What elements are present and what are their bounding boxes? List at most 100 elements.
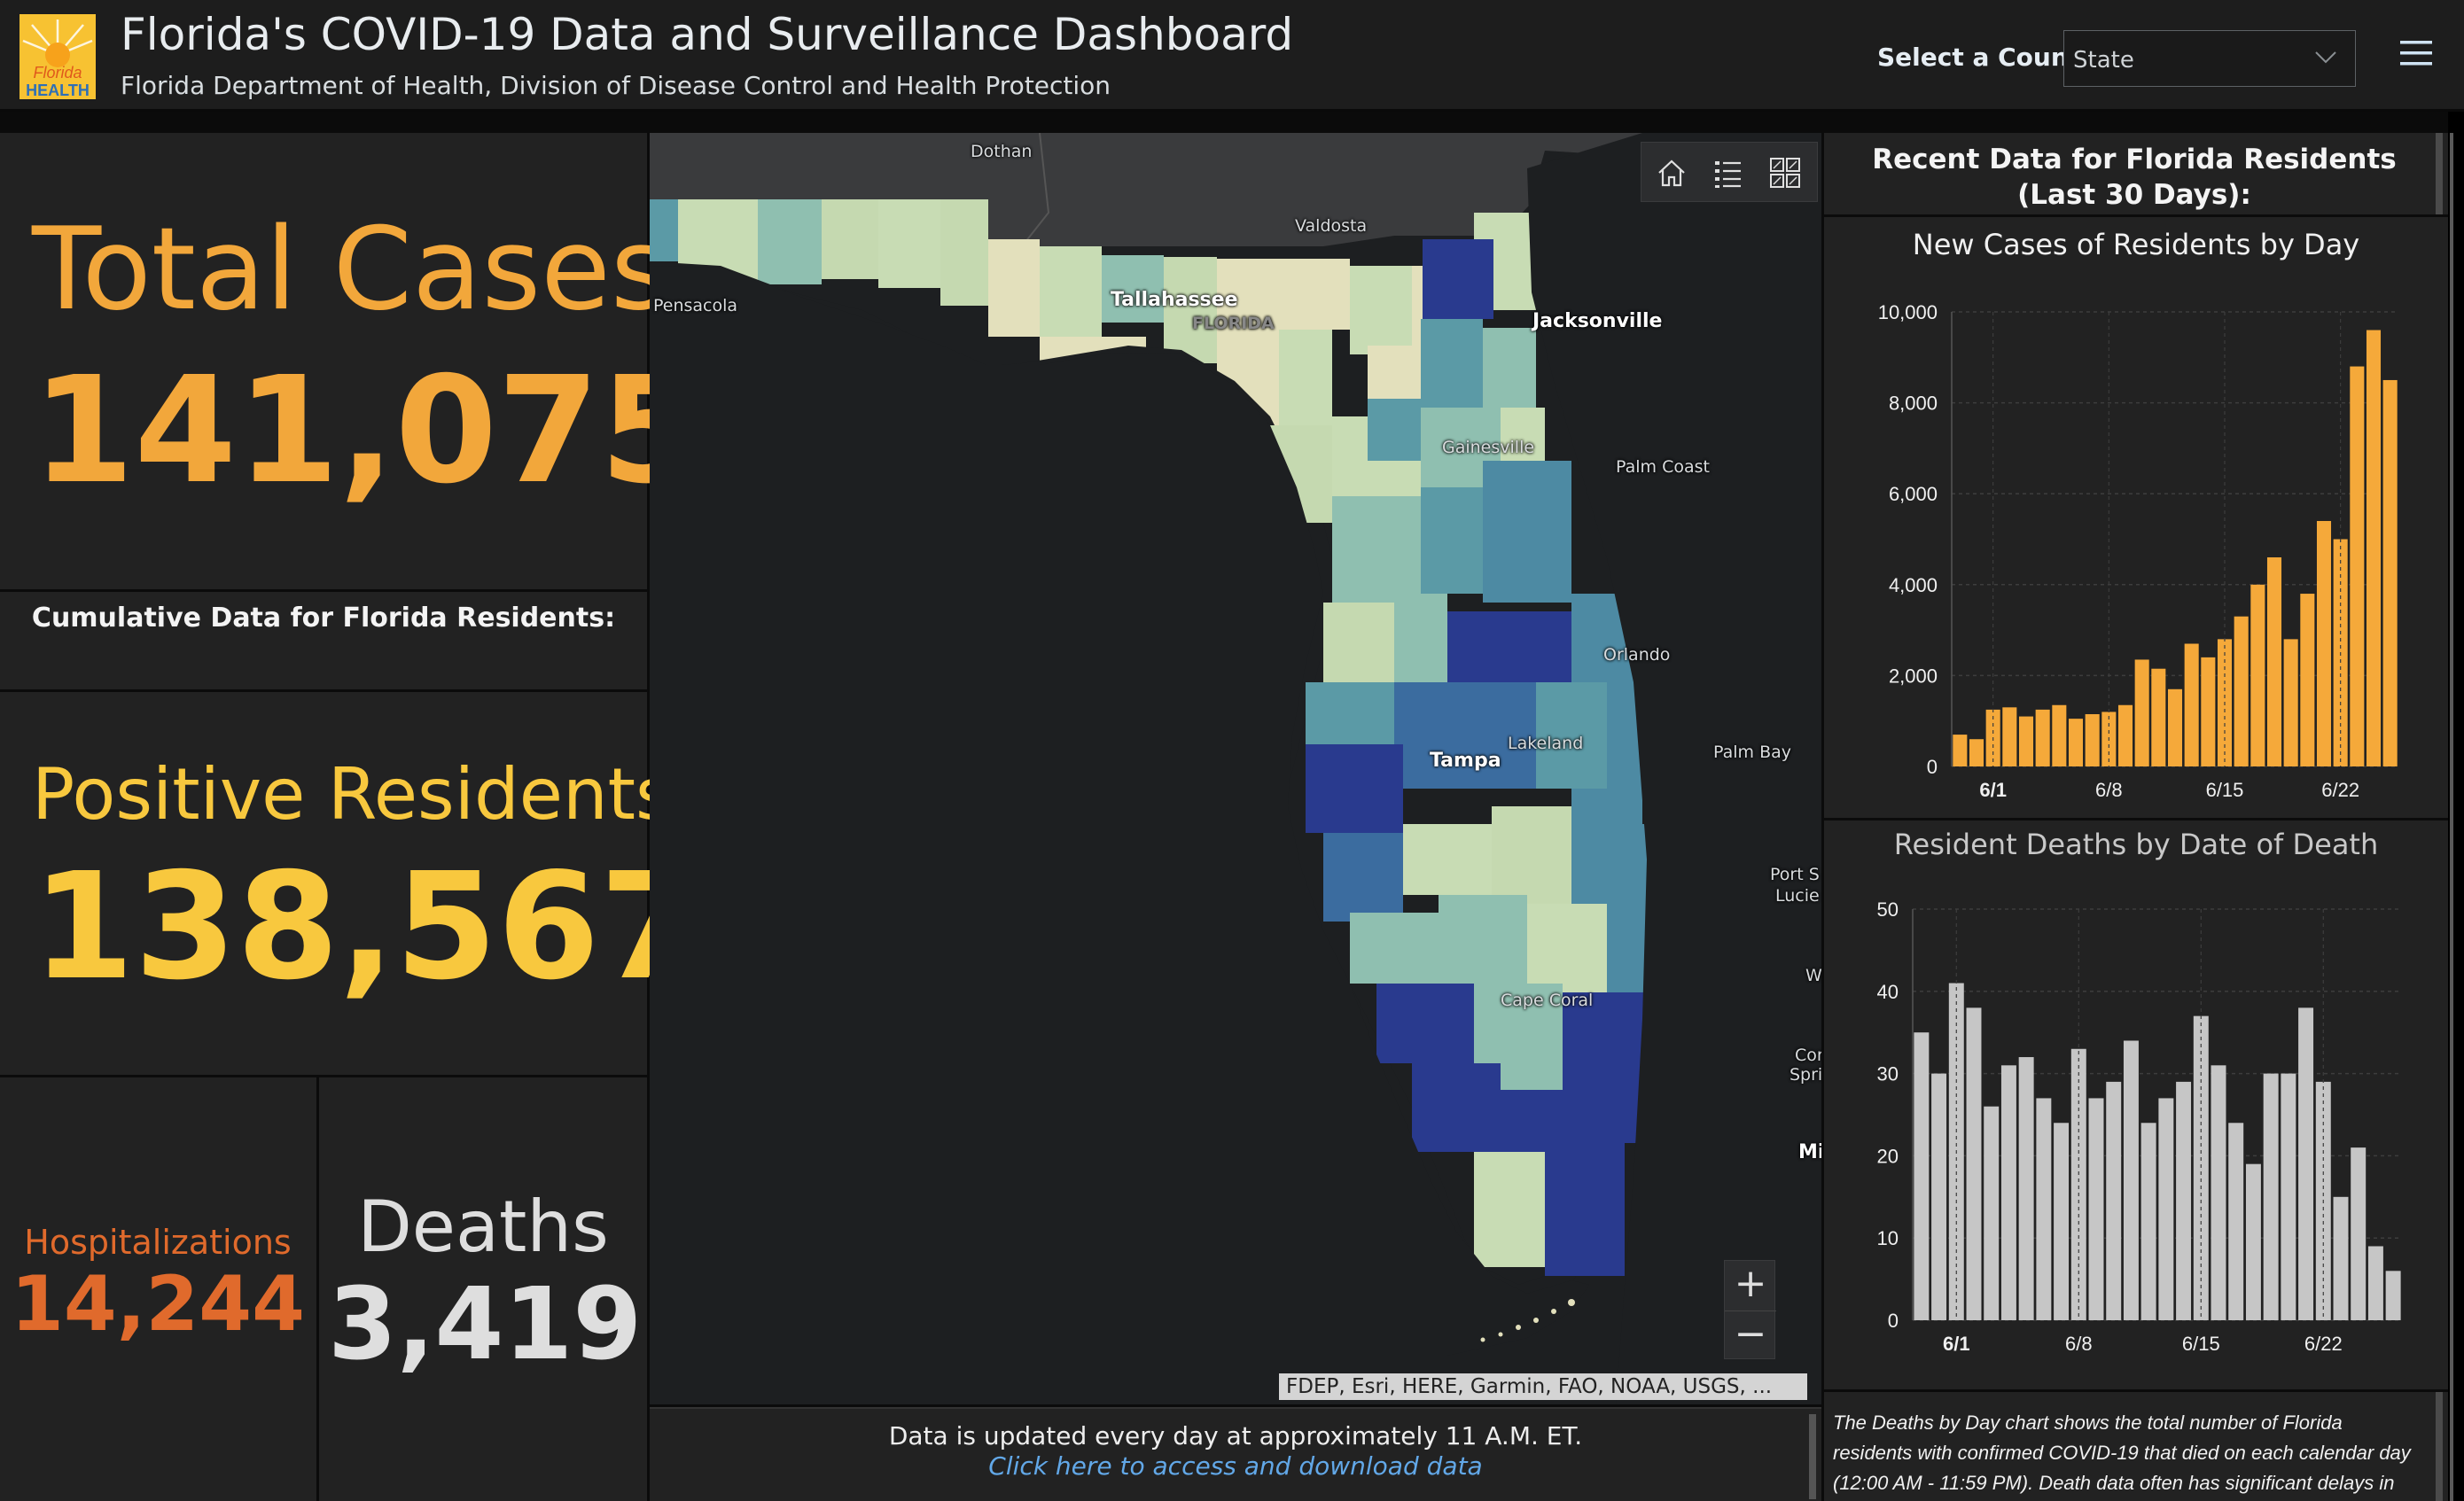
county-st-johns[interactable]	[1483, 328, 1536, 408]
cases-bar[interactable]	[2283, 639, 2298, 766]
page-scrollbar[interactable]	[2450, 133, 2453, 1501]
deaths-bar[interactable]	[2088, 1098, 2104, 1320]
deaths-bar[interactable]	[2211, 1065, 2226, 1320]
deaths-bar[interactable]	[2333, 1196, 2349, 1320]
county-collier[interactable]	[1412, 1063, 1501, 1152]
legend-list-icon[interactable]	[1711, 155, 1746, 191]
deaths-bar[interactable]	[2054, 1123, 2070, 1320]
county-escambia[interactable]	[650, 199, 678, 261]
basemap-gallery-icon[interactable]	[1767, 155, 1803, 191]
cases-bar[interactable]	[2201, 657, 2216, 766]
county-sarasota[interactable]	[1350, 913, 1439, 984]
deaths-bar[interactable]	[2158, 1098, 2174, 1320]
county-lee[interactable]	[1376, 984, 1474, 1063]
deaths-bar[interactable]	[2385, 1271, 2401, 1320]
county-hillsborough[interactable]	[1306, 744, 1403, 833]
deaths-bar[interactable]	[2176, 1081, 2192, 1320]
deaths-bar[interactable]	[2263, 1073, 2279, 1320]
deaths-bar[interactable]	[2281, 1073, 2296, 1320]
cases-bar[interactable]	[2085, 714, 2100, 766]
cases-bar[interactable]	[2052, 704, 2067, 766]
county-miami-dade[interactable]	[1545, 1143, 1625, 1276]
chevron-down-icon	[2312, 43, 2339, 74]
county-orange[interactable]	[1447, 611, 1571, 682]
home-icon[interactable]	[1654, 155, 1689, 191]
cases-bar[interactable]	[2382, 379, 2398, 766]
cases-bar[interactable]	[1953, 735, 1968, 766]
county-marion[interactable]	[1332, 496, 1421, 603]
county-clay[interactable]	[1421, 319, 1483, 408]
county-hardee[interactable]	[1403, 824, 1492, 895]
zoom-out-button[interactable]: −	[1725, 1310, 1776, 1360]
deaths-bar[interactable]	[2193, 1015, 2209, 1320]
deaths-bar[interactable]	[1966, 1007, 1982, 1320]
county-map[interactable]: Dothan Valdosta Pensacola Tallahassee FL…	[650, 133, 1821, 1404]
county-st-lucie[interactable]	[1571, 824, 1651, 904]
deaths-bar[interactable]	[2036, 1098, 2052, 1320]
deaths-bar[interactable]	[2140, 1123, 2156, 1320]
cases-bar[interactable]	[2167, 688, 2183, 766]
county-holmes[interactable]	[878, 199, 940, 288]
county-alachua[interactable]	[1368, 399, 1421, 461]
county-lake[interactable]	[1421, 487, 1483, 594]
county-jackson[interactable]	[940, 199, 988, 306]
county-walton[interactable]	[822, 199, 878, 279]
county-sumter[interactable]	[1394, 594, 1447, 682]
cases-bar[interactable]	[2266, 557, 2282, 766]
cases-bar[interactable]	[2035, 709, 2050, 766]
recent-title-scrollbar[interactable]	[2436, 133, 2443, 214]
county-gadsden[interactable]	[1040, 246, 1102, 344]
cases-bar[interactable]	[2117, 704, 2133, 766]
cases-bar[interactable]	[2184, 643, 2199, 766]
county-citrus[interactable]	[1323, 603, 1394, 682]
deaths-bar[interactable]	[1914, 1032, 1930, 1320]
deaths-bar[interactable]	[2245, 1163, 2261, 1320]
county-lafayette[interactable]	[1279, 330, 1332, 427]
cases-bar[interactable]	[2068, 719, 2084, 766]
deaths-bar[interactable]	[2228, 1123, 2244, 1320]
download-data-link[interactable]: Click here to access and download data	[650, 1451, 1821, 1481]
deaths-bar[interactable]	[2123, 1040, 2139, 1320]
county-okaloosa[interactable]	[758, 199, 822, 284]
cases-bar[interactable]	[2018, 716, 2034, 766]
hamburger-menu-icon[interactable]	[2398, 35, 2434, 71]
cases-bar[interactable]	[2350, 366, 2365, 766]
cases-bar[interactable]	[2316, 520, 2332, 766]
deaths-bar[interactable]	[1984, 1106, 2000, 1320]
county-manatee[interactable]	[1323, 833, 1403, 922]
county-pasco[interactable]	[1306, 682, 1394, 753]
footer-scrollbar[interactable]	[1809, 1414, 1816, 1499]
cases-bar[interactable]	[2002, 707, 2017, 766]
deaths-bar[interactable]	[2106, 1081, 2122, 1320]
county-hamilton[interactable]	[1279, 259, 1350, 330]
county-select[interactable]: State	[2063, 30, 2356, 87]
map-attribution[interactable]: FDEP, Esri, HERE, Garmin, FAO, NOAA, USG…	[1279, 1373, 1807, 1400]
deaths-bar[interactable]	[2367, 1246, 2383, 1320]
zoom-in-button[interactable]: +	[1725, 1261, 1776, 1310]
county-duval[interactable]	[1423, 239, 1493, 319]
deaths-bar[interactable]	[2018, 1057, 2034, 1320]
county-calhoun[interactable]	[988, 239, 1040, 337]
county-monroe[interactable]	[1474, 1152, 1545, 1267]
cases-bar[interactable]	[2134, 659, 2149, 766]
cases-bar[interactable]	[2366, 330, 2382, 766]
deaths-by-date-chart[interactable]: 0 10 20 30 40 50 6/1 6/8 6/15 6/22	[1824, 820, 2448, 1389]
county-desoto[interactable]	[1439, 895, 1527, 984]
map-label-coral-springs: Cor	[1795, 1046, 1821, 1065]
new-cases-chart[interactable]: 0 2,000 4,000 6,000 8,000 10,000 6/1 6/8 6/15 6/2…	[1824, 217, 2448, 818]
deaths-x-tick-label: 6/1	[1943, 1333, 1970, 1355]
county-columbia[interactable]	[1350, 266, 1412, 354]
deaths-bar[interactable]	[2000, 1065, 2016, 1320]
cases-bar[interactable]	[2300, 594, 2315, 766]
deaths-bar[interactable]	[2298, 1007, 2314, 1320]
county-okeechobee[interactable]	[1527, 904, 1607, 992]
note-scrollbar[interactable]	[2436, 1392, 2443, 1501]
cases-bar[interactable]	[2250, 584, 2265, 766]
cases-bar[interactable]	[2151, 668, 2166, 766]
county-volusia[interactable]	[1483, 461, 1571, 603]
cases-x-tick-label: 6/22	[2321, 779, 2359, 801]
deaths-bar[interactable]	[2351, 1147, 2367, 1320]
cases-bar[interactable]	[2234, 616, 2249, 766]
cases-bar[interactable]	[1969, 739, 1984, 766]
deaths-bar[interactable]	[1931, 1073, 1947, 1320]
